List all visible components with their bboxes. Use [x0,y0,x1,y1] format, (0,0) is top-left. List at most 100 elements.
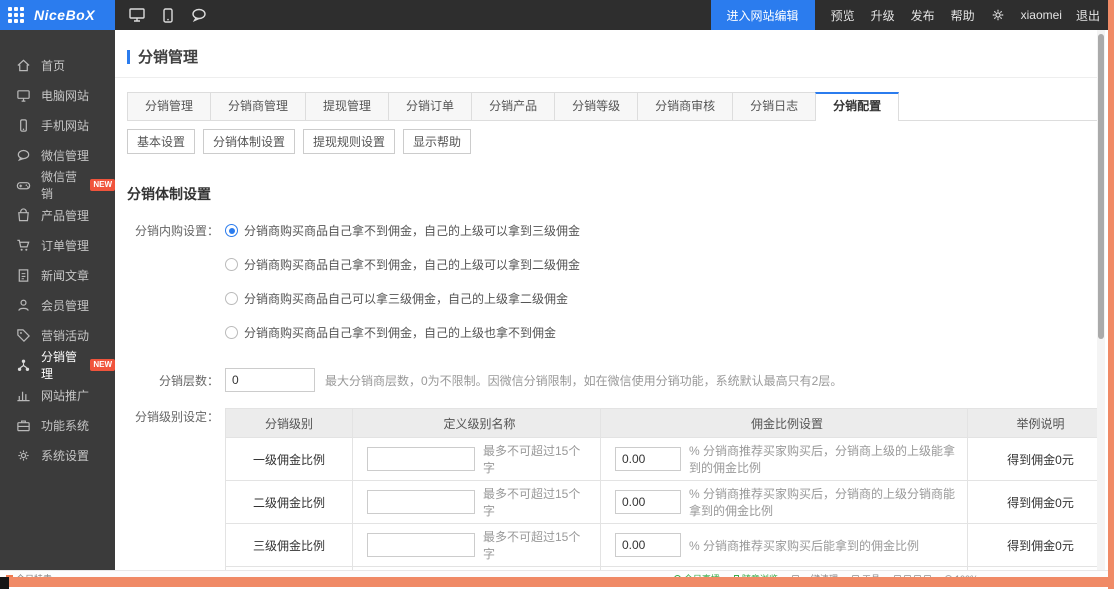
help-link[interactable]: 帮助 [951,7,975,24]
sidebar-item-functions[interactable]: 功能系统 [0,410,115,440]
logo-area[interactable]: NiceBoX [0,0,115,30]
withdrawal-rules-button[interactable]: 提现规则设置 [303,129,395,154]
sub-button-row: 基本设置 分销体制设置 提现规则设置 显示帮助 [127,129,1097,154]
show-help-button[interactable]: 显示帮助 [403,129,471,154]
apps-grid-icon[interactable] [8,7,24,23]
levels-input[interactable] [225,368,315,392]
new-badge: NEW [90,179,115,191]
sidebar-item-label: 网站推广 [41,387,89,404]
sidebar-item-system-settings[interactable]: 系统设置 [0,440,115,470]
radio-option-3[interactable]: 分销商购买商品自己可以拿三级佣金，自己的上级拿二级佣金 [225,290,580,307]
cart-icon [16,238,31,253]
radio-option-1[interactable]: 分销商购买商品自己拿不到佣金，自己的上级可以拿到三级佣金 [225,222,580,239]
browser-status-bar: 今日特卖 今日直播 随意浏览 一键清理 工具 [0,570,1114,577]
window-border-right [1108,0,1114,589]
sidebar-item-pc-site[interactable]: 电脑网站 [0,80,115,110]
tab-distribution-logs[interactable]: 分销日志 [732,92,815,120]
sidebar-item-label: 首页 [41,57,65,74]
title-accent-bar [127,50,130,64]
bag-icon [16,208,31,223]
radio-option-4[interactable]: 分销商购买商品自己拿不到佣金，自己的上级也拿不到佣金 [225,324,580,341]
level-cell: 二级佣金比例 [226,481,352,523]
table-row-level2: 二级佣金比例 最多不可超过15个字 % 分销商推荐买家购买后，分销商的上级分销商… [226,480,1097,523]
name-length-hint: 最多不可超过15个字 [483,528,592,562]
sidebar-item-distribution[interactable]: 分销管理 NEW [0,350,115,380]
section-heading: 分销体制设置 [127,184,1097,204]
col-header-rate: 佣金比例设置 [600,409,967,437]
sidebar-item-label: 电脑网站 [41,87,89,104]
sidebar-item-label: 营销活动 [41,327,89,344]
name-length-hint: 最多不可超过15个字 [483,485,592,519]
level2-name-input[interactable] [367,490,475,514]
sidebar-item-mobile-site[interactable]: 手机网站 [0,110,115,140]
home-icon [16,58,31,73]
mobile-icon [16,118,31,133]
radio-option-2[interactable]: 分销商购买商品自己拿不到佣金，自己的上级可以拿到二级佣金 [225,256,580,273]
tab-distribution-products[interactable]: 分销产品 [471,92,554,120]
commission-table: 分销级别 定义级别名称 佣金比例设置 举例说明 一级佣金比例 最多不可超过15个… [225,408,1097,570]
level3-name-input[interactable] [367,533,475,557]
level2-rate-input[interactable] [615,490,681,514]
grade-setting-row: 分销级别设定： 分销级别 定义级别名称 佣金比例设置 举例说明 一级佣金比例 最… [127,408,1097,570]
sidebar-item-products[interactable]: 产品管理 [0,200,115,230]
level-cell: 三级佣金比例 [226,524,352,566]
scrollbar-thumb[interactable] [1098,34,1104,339]
level1-rate-input[interactable] [615,447,681,471]
enter-site-editor-button[interactable]: 进入网站编辑 [711,0,815,30]
sidebar-item-label: 微信管理 [41,147,89,164]
tab-withdrawal-mgmt[interactable]: 提现管理 [305,92,388,120]
username-label[interactable]: xiaomei [1021,8,1062,22]
purchase-setting-label: 分销内购设置： [127,222,219,358]
sidebar-item-label: 产品管理 [41,207,89,224]
radio-unselected-icon[interactable] [225,326,238,339]
device-switcher [129,8,207,23]
app-window: NiceBoX 进入网站编辑 预览 升级 发布 帮助 xiaomei 退出 首页… [0,0,1114,589]
wechat-icon [16,148,31,163]
settings-gear-icon[interactable] [991,8,1005,22]
levels-hint: 最大分销商层数，0为不限制。因微信分销限制，如在微信使用分销功能，系统默认最高只… [325,372,842,389]
radio-selected-icon[interactable] [225,224,238,237]
level1-name-input[interactable] [367,447,475,471]
sidebar-item-label: 分销管理 [41,348,85,382]
sidebar-item-marketing[interactable]: 营销活动 [0,320,115,350]
gear-icon [16,448,31,463]
table-row-level1: 一级佣金比例 最多不可超过15个字 % 分销商推荐买家购买后，分销商上级的上级能… [226,437,1097,480]
radio-unselected-icon[interactable] [225,292,238,305]
level3-rate-input[interactable] [615,533,681,557]
sidebar-item-orders[interactable]: 订单管理 [0,230,115,260]
sidebar-item-home[interactable]: 首页 [0,50,115,80]
tab-distribution-mgmt[interactable]: 分销管理 [127,92,210,120]
distribution-system-settings-button[interactable]: 分销体制设置 [203,129,295,154]
rate-desc: % 分销商推荐买家购买后，分销商的上级分销商能拿到的佣金比例 [689,485,959,519]
logout-link[interactable]: 退出 [1076,7,1100,24]
doc-icon [16,268,31,283]
radio-unselected-icon[interactable] [225,258,238,271]
upgrade-link[interactable]: 升级 [871,7,895,24]
wechat-view-icon[interactable] [191,8,207,22]
tab-distributor-review[interactable]: 分销商审核 [637,92,732,120]
vertical-scrollbar[interactable] [1097,30,1105,570]
topbar-right: 进入网站编辑 预览 升级 发布 帮助 xiaomei 退出 [711,0,1114,30]
tab-distribution-orders[interactable]: 分销订单 [388,92,471,120]
rate-desc: % 分销商推荐买家购买后能拿到的佣金比例 [689,537,919,554]
publish-link[interactable]: 发布 [911,7,935,24]
sidebar-item-wechat-marketing[interactable]: 微信营销 NEW [0,170,115,200]
new-badge: NEW [90,359,115,371]
tab-distribution-levels[interactable]: 分销等级 [554,92,637,120]
tag-icon [16,328,31,343]
sidebar-item-members[interactable]: 会员管理 [0,290,115,320]
tab-distribution-config[interactable]: 分销配置 [815,92,899,121]
desktop-view-icon[interactable] [129,8,145,22]
sidebar-item-promotion[interactable]: 网站推广 [0,380,115,410]
basic-settings-button[interactable]: 基本设置 [127,129,195,154]
sidebar-item-label: 功能系统 [41,417,89,434]
example-cell: 得到佣金0元 [967,481,1097,523]
sidebar-item-wechat-mgmt[interactable]: 微信管理 [0,140,115,170]
topbar: NiceBoX 进入网站编辑 预览 升级 发布 帮助 xiaomei 退出 [0,0,1114,30]
sidebar-item-news[interactable]: 新闻文章 [0,260,115,290]
purchase-radio-group: 分销商购买商品自己拿不到佣金，自己的上级可以拿到三级佣金 分销商购买商品自己拿不… [225,222,580,358]
sidebar-item-label: 订单管理 [41,237,89,254]
mobile-view-icon[interactable] [163,8,173,23]
preview-link[interactable]: 预览 [831,7,855,24]
tab-distributor-mgmt[interactable]: 分销商管理 [210,92,305,120]
